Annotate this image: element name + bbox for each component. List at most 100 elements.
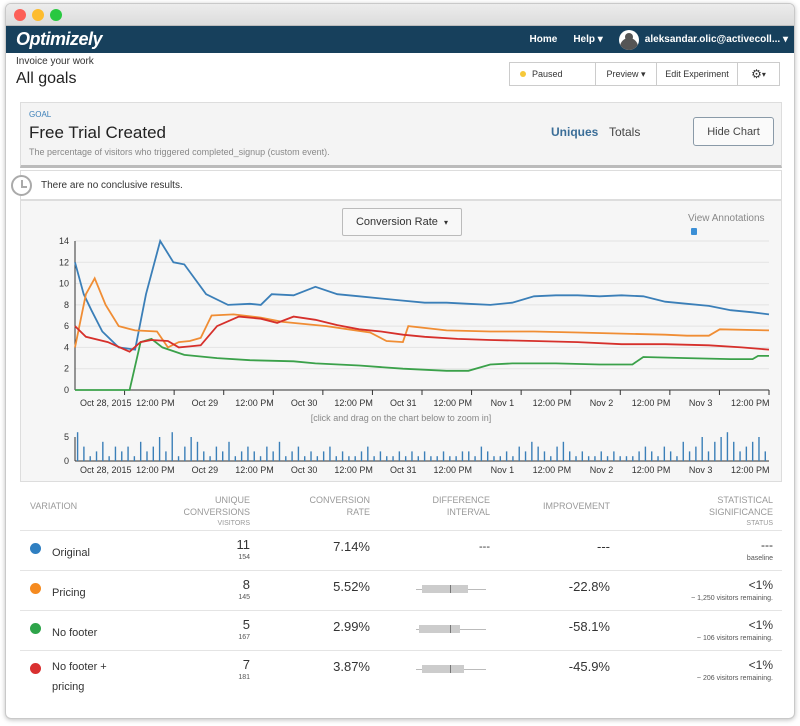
col-unique-line3: VISITORS — [217, 520, 250, 527]
visitors-value: 181 — [238, 674, 250, 681]
mini-bar — [657, 456, 659, 461]
x-tick-label: Oct 29 — [192, 398, 219, 408]
variation-name-line1: No footer — [52, 627, 98, 639]
mini-bar — [133, 456, 136, 461]
y-tick-label: 2 — [64, 364, 69, 374]
conversion-rate-line-chart[interactable]: 0 2 4 6 8 10 12 14 Oct 28, 2015 12:00 PM Oct 29 12:… — [59, 236, 770, 408]
mini-bar — [493, 456, 495, 461]
significance-value: <1% — [748, 658, 773, 672]
variation-name[interactable]: No footer — [52, 623, 97, 643]
mini-bar — [411, 451, 413, 461]
mini-bar — [468, 451, 470, 461]
mini-bar — [266, 446, 268, 461]
mini-bar — [537, 446, 539, 461]
improvement-value: --- — [597, 539, 610, 554]
table-row[interactable]: No footer + pricing 7 181 3.87% -45.9% <1% ~ 20… — [20, 650, 782, 693]
interval-midpoint — [449, 665, 451, 673]
mini-x-tick-label: Nov 1 — [491, 465, 515, 475]
mini-bar — [581, 451, 584, 461]
interval-range — [418, 625, 461, 633]
mini-y-tick-label: 5 — [64, 432, 69, 442]
significance-cell: --- baseline — [620, 539, 773, 565]
mini-bar — [291, 451, 293, 461]
x-tick-label: 12:00 PM — [632, 398, 671, 408]
variation-name[interactable]: Pricing — [52, 583, 86, 603]
mini-y-tick-label: 0 — [64, 456, 69, 466]
col-rate-line2: RATE — [346, 507, 370, 517]
conversions-value: 7 — [242, 657, 250, 672]
mini-bar — [745, 446, 748, 461]
mini-bar — [714, 441, 716, 461]
difference-interval-bar — [416, 585, 486, 593]
variation-name[interactable]: Original — [52, 543, 90, 563]
significance-value: <1% — [748, 578, 773, 592]
mini-bar — [638, 451, 640, 461]
mini-bar — [386, 456, 388, 461]
mini-bar — [669, 451, 672, 461]
mini-bar — [606, 456, 609, 461]
mini-bar — [139, 441, 142, 461]
mini-x-tick-label: Oct 29 — [192, 465, 219, 475]
mini-bar — [543, 451, 546, 461]
mini-bar — [449, 456, 451, 461]
mini-bar — [285, 456, 287, 461]
mini-bar — [556, 446, 558, 461]
variation-name[interactable]: No footer + pricing — [52, 657, 107, 697]
mini-bar — [234, 456, 237, 461]
col-rate-line1: CONVERSION — [309, 495, 370, 505]
col-unique-line1: UNIQUE — [214, 495, 250, 505]
mini-bar — [247, 446, 249, 461]
mini-bar — [575, 456, 577, 461]
visitors-value: 154 — [238, 554, 250, 561]
mini-bar — [720, 437, 722, 461]
col-diff-line2: INTERVAL — [446, 507, 490, 517]
mini-bar — [562, 441, 565, 461]
mini-bar — [76, 432, 79, 461]
table-row[interactable]: Original 11 154 7.14% --- --- --- baseline — [20, 530, 782, 570]
mini-bar — [733, 441, 735, 461]
mini-bar — [121, 451, 123, 461]
conversions-value: 8 — [242, 577, 250, 592]
mini-bar — [726, 432, 729, 461]
mini-bar — [423, 451, 426, 461]
mini-bar — [114, 446, 117, 461]
significance-status: ~ 206 visitors remaining. — [696, 675, 773, 682]
mini-bar — [89, 456, 91, 461]
variation-name-line1: Pricing — [52, 587, 86, 599]
difference-interval-value: --- — [479, 541, 490, 553]
series-line — [74, 238, 770, 351]
significance-value: --- — [761, 538, 773, 552]
mini-bar — [341, 451, 344, 461]
variation-color-dot — [30, 543, 41, 554]
mini-bar — [329, 446, 331, 461]
mini-bar — [461, 451, 464, 461]
mini-bar — [682, 441, 684, 461]
mini-bar — [594, 456, 596, 461]
table-row[interactable]: No footer 5 167 2.99% -58.1% <1% ~ 106 visitor… — [20, 610, 782, 650]
mini-bar — [373, 456, 375, 461]
mini-bar — [430, 456, 432, 461]
mini-bar — [316, 456, 319, 461]
mini-bar — [278, 441, 281, 461]
table-row[interactable]: Pricing 8 145 5.52% -22.8% <1% ~ 1,250 visitor… — [20, 570, 782, 610]
zoom-bar-chart[interactable]: 0 5 Oct 28, 2015 12:00 PM Oct 29 12:00 PM Oct … — [64, 432, 769, 475]
browser-window: Optimizely Home Help ▾ aleksandar.olic@a… — [5, 3, 795, 719]
mini-bar — [707, 451, 710, 461]
x-tick-label: Nov 3 — [689, 398, 713, 408]
mini-bar — [165, 451, 167, 461]
x-tick-label: 12:00 PM — [235, 398, 274, 408]
x-tick-label: 12:00 PM — [731, 398, 770, 408]
interval-range — [421, 665, 464, 673]
mini-bar — [95, 451, 98, 461]
zoom-hint: [click and drag on the chart below to zo… — [310, 413, 492, 423]
y-tick-label: 4 — [64, 342, 69, 352]
col-difference-interval: DIFFERENCE INTERVAL — [420, 494, 490, 518]
visitors-value: 167 — [238, 634, 250, 641]
difference-interval-bar — [416, 665, 486, 673]
mini-bar — [486, 451, 489, 461]
variation-color-dot — [30, 663, 41, 674]
mini-bar — [171, 432, 173, 461]
mini-bar — [688, 451, 691, 461]
mini-bar — [297, 446, 300, 461]
significance-cell: <1% ~ 206 visitors remaining. — [620, 659, 773, 685]
